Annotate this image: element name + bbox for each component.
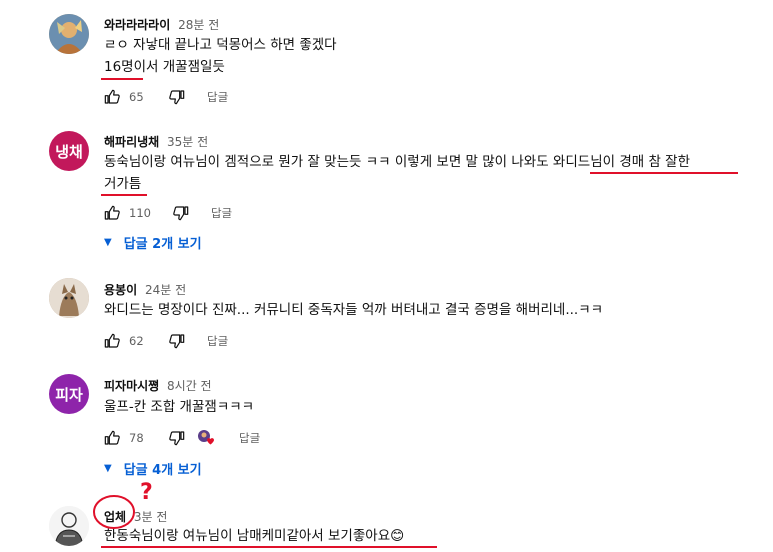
comment-meta: 용봉이 24분 전 <box>104 281 186 298</box>
triangle-down-icon: ▼ <box>104 237 112 248</box>
comment-text-line-1: 동숙님이랑 여뉴님이 겜적으로 뭔가 잘 맞는듯 ㅋㅋ 이렇게 보면 말 많이 … <box>104 154 691 170</box>
cat-photo-avatar-image <box>49 278 89 318</box>
avatar-initials: 피자 <box>55 385 83 404</box>
triangle-down-icon: ▼ <box>104 463 112 474</box>
annotation-underline <box>101 546 437 548</box>
comment-time[interactable]: 28분 전 <box>178 18 219 32</box>
thumbs-down-icon[interactable] <box>169 89 185 105</box>
comment-meta: 해파리냉채 35분 전 <box>104 133 208 150</box>
avatar[interactable] <box>49 278 89 318</box>
thumbs-up-icon[interactable] <box>104 205 120 221</box>
author-name[interactable]: 피자마시쪙 <box>104 379 159 393</box>
avatar[interactable]: 냉채 <box>49 131 89 171</box>
thumbs-up-icon[interactable] <box>104 333 120 349</box>
annotation-underline <box>590 172 738 174</box>
annotation-question-mark: ? <box>140 480 153 505</box>
comment-actions: 110 답글 <box>104 203 232 223</box>
avatar-initials: 냉채 <box>55 142 83 161</box>
comment-meta: 와라라라라이 28분 전 <box>104 16 219 33</box>
view-replies-button[interactable]: ▼ 답글 2개 보기 <box>104 233 202 252</box>
comment-text-line-1: 와디드는 명장이다 진짜... 커뮤니티 중독자들 억까 버텨내고 결국 증명을… <box>104 302 604 318</box>
reply-button[interactable]: 답글 <box>239 430 260 446</box>
thumbs-up-icon[interactable] <box>104 89 120 105</box>
avatar[interactable] <box>49 14 89 54</box>
comment-time[interactable]: 24분 전 <box>145 283 186 297</box>
comment-meta: 피자마시쪙 8시간 전 <box>104 377 212 394</box>
comment-text-line-2: 거가틈 <box>104 176 142 192</box>
view-replies-label: 답글 2개 보기 <box>123 237 202 252</box>
annotation-underline <box>101 78 143 80</box>
comment-text-line-1: ㄹㅇ 자낳대 끝나고 덕몽어스 하면 좋겠다 <box>104 37 337 53</box>
comment-text-line-2: 16명이서 개꿀잼일듯 <box>104 59 225 75</box>
annotation-underline <box>101 194 147 196</box>
reply-button[interactable]: 답글 <box>207 89 228 105</box>
creator-heart-icon <box>197 429 215 447</box>
author-name[interactable]: 와라라라라이 <box>104 18 170 32</box>
comment-actions: 65 답글 <box>104 87 228 107</box>
reply-button[interactable]: 답글 <box>207 333 228 349</box>
view-replies-label: 답글 4개 보기 <box>123 463 202 478</box>
avatar[interactable] <box>49 506 89 546</box>
photo-avatar-image <box>49 14 89 54</box>
author-name[interactable]: 해파리냉채 <box>104 135 159 149</box>
view-replies-button[interactable]: ▼ 답글 4개 보기 <box>104 459 202 478</box>
avatar[interactable]: 피자 <box>49 374 89 414</box>
comment-text-line-1: 울프-칸 조합 개꿀잼ㅋㅋㅋ <box>104 399 255 415</box>
comment-actions: 78 답글 <box>104 428 260 448</box>
like-count: 110 <box>129 206 151 220</box>
comment-time[interactable]: 8시간 전 <box>167 379 212 393</box>
thumbs-up-icon[interactable] <box>104 430 120 446</box>
thumbs-down-icon[interactable] <box>169 430 185 446</box>
reply-button[interactable]: 답글 <box>211 205 232 221</box>
author-name[interactable]: 용봉이 <box>104 283 137 297</box>
annotation-circle <box>93 495 135 529</box>
like-count: 62 <box>129 334 144 348</box>
like-count: 78 <box>129 431 144 445</box>
thumbs-down-icon[interactable] <box>169 333 185 349</box>
sketch-avatar-image <box>49 506 89 546</box>
comment-actions: 62 답글 <box>104 331 228 351</box>
like-count: 65 <box>129 90 144 104</box>
thumbs-down-icon[interactable] <box>173 205 189 221</box>
comment-time[interactable]: 35분 전 <box>167 135 208 149</box>
